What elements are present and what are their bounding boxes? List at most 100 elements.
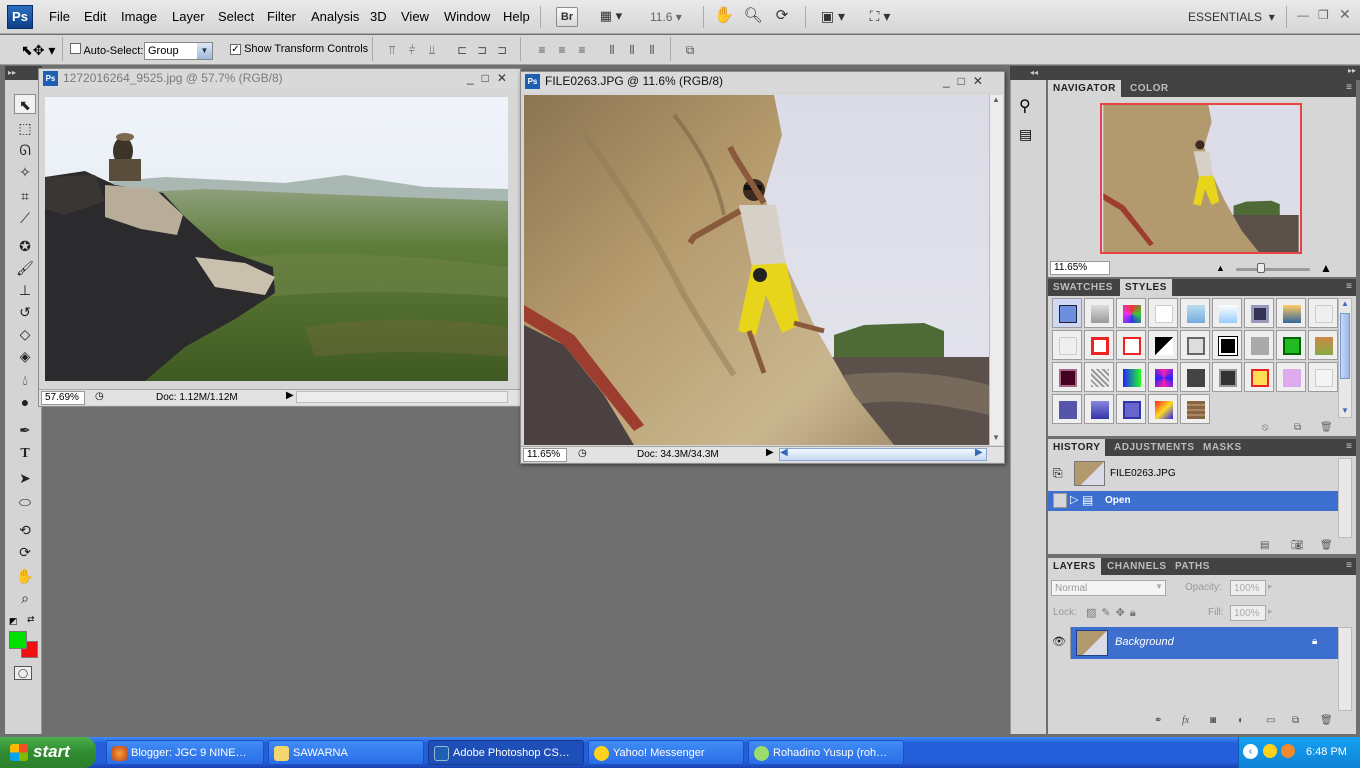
document-window-2[interactable]: Ps FILE0263.JPG @ 11.6% (RGB/8) _□✕ ▲ ▼ … xyxy=(520,71,1005,464)
tab-history[interactable]: HISTORY xyxy=(1048,439,1106,456)
menu-edit[interactable]: Edit xyxy=(84,9,106,24)
delete-state-icon[interactable]: 🗑︎ xyxy=(1320,540,1333,551)
style-preset-swatch[interactable] xyxy=(1244,330,1274,360)
zoom-out-icon[interactable]: ▲ xyxy=(1216,263,1225,273)
status-menu-icon[interactable]: ◷ xyxy=(578,448,587,459)
3d-rotate-tool-icon[interactable]: ⟲ xyxy=(14,520,36,540)
document-window-1[interactable]: Ps 1272016264_9525.jpg @ 57.7% (RGB/8) _… xyxy=(38,68,521,407)
style-preset-swatch[interactable] xyxy=(1212,298,1242,328)
scroll-up-icon[interactable]: ▲ xyxy=(992,95,1000,104)
document-canvas-2[interactable] xyxy=(524,95,989,445)
zoom-level[interactable]: 11.6 ▾ xyxy=(650,10,682,24)
tool-presets-icon[interactable]: ⚲ xyxy=(1019,96,1031,116)
adjustment-layer-icon[interactable]: ◐ xyxy=(1238,715,1244,726)
clear-style-icon[interactable]: ⦸ xyxy=(1262,422,1269,433)
scroll-left-icon[interactable]: ◀ xyxy=(780,447,788,458)
navigator-zoom-field[interactable]: 11.65% xyxy=(1050,261,1110,275)
align-left-icon[interactable]: ⊏ xyxy=(454,42,470,58)
fill-arrow-icon[interactable]: ▸ xyxy=(1268,606,1273,617)
style-preset-swatch[interactable] xyxy=(1052,330,1082,360)
clone-stamp-tool-icon[interactable]: ⊥ xyxy=(14,280,36,300)
task-photoshop[interactable]: Adobe Photoshop CS… xyxy=(428,740,584,765)
style-preset-swatch[interactable] xyxy=(1084,362,1114,392)
marquee-tool-icon[interactable]: ⬚ xyxy=(14,118,36,138)
magic-wand-tool-icon[interactable]: ✧ xyxy=(14,162,36,182)
document-title-bar[interactable]: Ps FILE0263.JPG @ 11.6% (RGB/8) _□✕ xyxy=(521,72,1004,92)
fill-field[interactable]: 100% xyxy=(1230,605,1266,621)
tab-styles[interactable]: STYLES xyxy=(1120,279,1172,296)
style-preset-swatch[interactable] xyxy=(1052,362,1082,392)
status-menu-icon[interactable]: ◷ xyxy=(95,391,104,402)
add-mask-icon[interactable]: ◙ xyxy=(1210,715,1216,726)
bridge-icon[interactable]: Br xyxy=(556,7,578,27)
zoom-tool-icon[interactable]: ⌕ xyxy=(14,588,36,608)
scroll-right-icon[interactable]: ▶ xyxy=(975,447,983,458)
tab-adjustments[interactable]: ADJUSTMENTS xyxy=(1109,439,1200,456)
history-snapshot[interactable]: ⎘ FILE0263.JPG xyxy=(1048,458,1338,490)
style-preset-swatch[interactable] xyxy=(1276,298,1306,328)
swap-colors-icon[interactable]: ⇄ xyxy=(27,614,35,625)
clock[interactable]: 6:48 PM xyxy=(1306,746,1347,758)
eyedropper-tool-icon[interactable]: ⟋ xyxy=(14,208,36,228)
tab-masks[interactable]: MASKS xyxy=(1198,439,1247,456)
blur-tool-icon[interactable]: 💧︎ xyxy=(14,370,36,390)
new-group-icon[interactable]: ▭ xyxy=(1266,715,1275,726)
hand-icon[interactable]: ✋ xyxy=(713,7,735,27)
panel-menu-icon[interactable]: ≡ xyxy=(1346,441,1352,452)
style-preset-swatch[interactable] xyxy=(1308,298,1338,328)
style-preset-swatch[interactable] xyxy=(1244,362,1274,392)
scroll-up-icon[interactable]: ▲ xyxy=(1341,299,1349,308)
style-preset-swatch[interactable] xyxy=(1244,298,1274,328)
scroll-down-icon[interactable]: ▼ xyxy=(1341,406,1349,415)
style-preset-swatch[interactable] xyxy=(1180,362,1210,392)
layer-comps-icon[interactable]: ▤ xyxy=(1019,126,1032,143)
style-preset-swatch[interactable] xyxy=(1116,394,1146,424)
menu-layer[interactable]: Layer xyxy=(172,9,205,24)
history-state[interactable]: ▷ ▤ Open xyxy=(1048,491,1338,511)
auto-select-target-select[interactable]: Group ▼ xyxy=(144,42,213,60)
style-preset-swatch[interactable] xyxy=(1148,362,1178,392)
checkmark-icon[interactable]: ✓ xyxy=(230,44,241,55)
style-preset-swatch[interactable] xyxy=(1084,330,1114,360)
distribute-vcenter-icon[interactable]: ≡ xyxy=(554,42,570,58)
move-tool-preset-icon[interactable]: ⬉✥ ▾ xyxy=(21,42,55,59)
style-preset-swatch[interactable] xyxy=(1212,330,1242,360)
document-window-controls[interactable]: _□✕ xyxy=(943,74,991,88)
styles-scrollbar[interactable]: ▲ ▼ xyxy=(1338,298,1352,418)
horizontal-scrollbar[interactable] xyxy=(779,448,987,461)
tab-navigator[interactable]: NAVIGATOR xyxy=(1048,80,1121,97)
menu-3d[interactable]: 3D xyxy=(370,9,387,24)
checkbox-box[interactable] xyxy=(70,43,81,54)
document-window-controls[interactable]: _□✕ xyxy=(467,71,515,85)
menu-analysis[interactable]: Analysis xyxy=(311,9,359,24)
screen-mode-icon[interactable]: ▦ ▾ xyxy=(592,7,630,27)
document-title-bar[interactable]: Ps 1272016264_9525.jpg @ 57.7% (RGB/8) _… xyxy=(39,69,520,89)
zoom-icon[interactable]: 🔍︎ xyxy=(742,7,764,27)
new-layer-icon[interactable]: ⧉ xyxy=(1292,715,1299,726)
start-button[interactable]: start xyxy=(0,737,96,768)
align-right-icon[interactable]: ⊐ xyxy=(494,42,510,58)
toolbox-header[interactable]: ▸▸ xyxy=(5,66,42,80)
layer-row[interactable]: 👁︎ Background 🔒︎ xyxy=(1048,627,1338,659)
dock-header[interactable]: ◂◂ xyxy=(1010,66,1046,80)
opacity-arrow-icon[interactable]: ▸ xyxy=(1268,581,1273,592)
close-icon[interactable]: ✕ xyxy=(1339,6,1351,23)
new-snapshot-icon[interactable]: 📷︎ xyxy=(1291,540,1304,551)
hand-tool-icon[interactable]: ✋ xyxy=(14,566,36,586)
panel-menu-icon[interactable]: ≡ xyxy=(1346,82,1352,93)
vertical-scrollbar[interactable]: ▲ ▼ xyxy=(989,95,1003,445)
rotate-view-icon[interactable]: ⟳ xyxy=(771,7,793,27)
style-preset-swatch[interactable] xyxy=(1084,298,1114,328)
align-hcenter-icon[interactable]: ⊐ xyxy=(474,42,490,58)
style-preset-swatch[interactable] xyxy=(1180,298,1210,328)
style-preset-swatch[interactable] xyxy=(1180,394,1210,424)
style-preset-swatch[interactable] xyxy=(1212,362,1242,392)
document-zoom-field[interactable]: 57.69% xyxy=(41,391,85,405)
delete-layer-icon[interactable]: 🗑︎ xyxy=(1320,715,1333,726)
tab-paths[interactable]: PATHS xyxy=(1170,558,1215,575)
tray-app-icon[interactable] xyxy=(1281,744,1295,758)
collapse-icon[interactable]: ◂◂ xyxy=(1030,68,1038,77)
style-preset-swatch[interactable] xyxy=(1148,330,1178,360)
crop-tool-icon[interactable]: ⌗ xyxy=(14,186,36,206)
navigator-preview[interactable] xyxy=(1100,103,1302,254)
